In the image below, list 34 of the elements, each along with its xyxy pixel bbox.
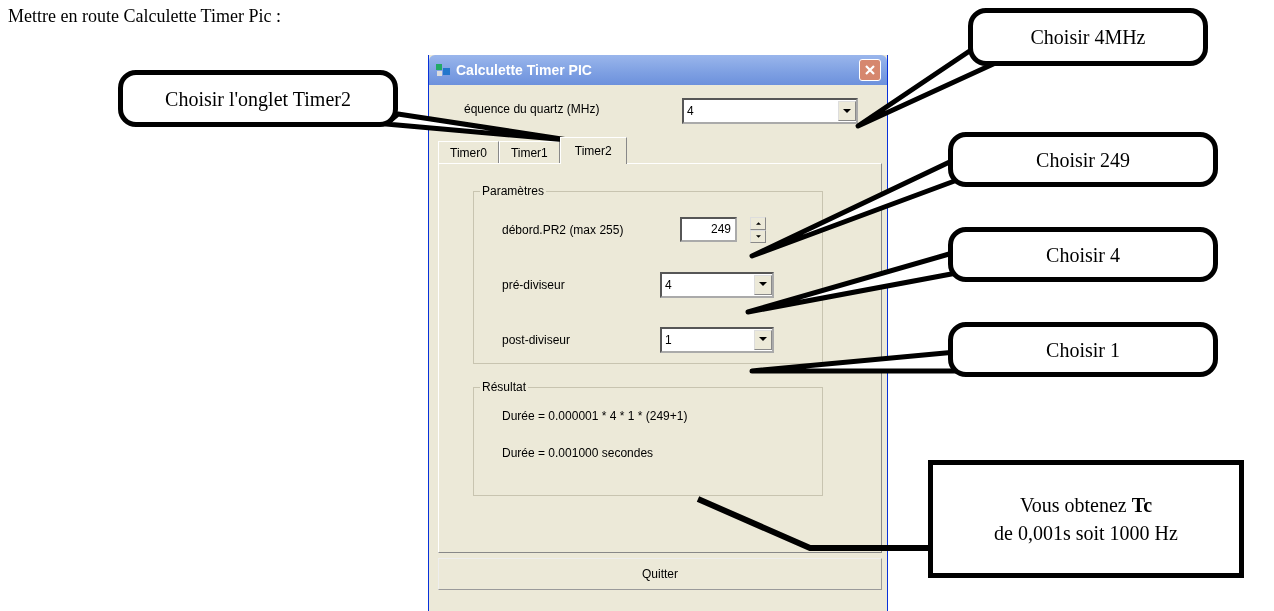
callout-text: Vous obtenez Tc bbox=[1019, 493, 1153, 518]
caret-icon bbox=[759, 282, 767, 287]
field-label: post-diviseur bbox=[502, 332, 572, 347]
frequency-dropdown[interactable]: 4 bbox=[682, 98, 858, 124]
page-heading: Mettre en route Calculette Timer Pic : bbox=[8, 6, 281, 27]
field-label: équence du quartz (MHz) bbox=[464, 102, 600, 116]
caret-icon bbox=[843, 108, 851, 114]
callout-text: Choisir l'onglet Timer2 bbox=[165, 86, 351, 113]
spinner-buttons[interactable] bbox=[750, 216, 766, 243]
result-text: Durée = 0.001000 secondes bbox=[502, 445, 655, 462]
field-label: débord.PR2 (max 255) bbox=[502, 222, 625, 237]
tab[interactable]: Timer1 bbox=[498, 141, 560, 163]
tab[interactable]: Timer2 bbox=[559, 137, 627, 164]
up-arrow-icon bbox=[755, 221, 761, 225]
tab[interactable]: Timer0 bbox=[438, 141, 499, 163]
window-title: Calculette Timer PIC bbox=[456, 62, 593, 78]
down-arrow-icon bbox=[755, 234, 761, 238]
caret-icon bbox=[759, 337, 767, 342]
quit-button[interactable]: Quitter bbox=[438, 558, 882, 590]
dropdown[interactable]: 4 bbox=[660, 271, 774, 298]
callout-text: Choisir 4 bbox=[1046, 242, 1120, 268]
field-label: pré-diviseur bbox=[502, 277, 566, 292]
group-title: Paramètres bbox=[481, 184, 546, 198]
number-field[interactable]: 249 bbox=[680, 217, 737, 242]
callout-text: Choisir 4MHz bbox=[1030, 25, 1146, 50]
callout-text: Choisir 1 bbox=[1046, 337, 1120, 363]
group-title: Résultat bbox=[481, 380, 528, 394]
result-text: Durée = 0.000001 * 4 * 1 * (249+1) bbox=[502, 408, 689, 425]
dropdown[interactable]: 1 bbox=[660, 326, 774, 353]
callout-text: Choisir 249 bbox=[1036, 147, 1130, 173]
callout-text: de 0,001s soit 1000 Hz bbox=[994, 521, 1178, 546]
close-icon bbox=[864, 64, 876, 76]
close-button[interactable] bbox=[859, 59, 881, 81]
app-icon bbox=[435, 62, 451, 78]
